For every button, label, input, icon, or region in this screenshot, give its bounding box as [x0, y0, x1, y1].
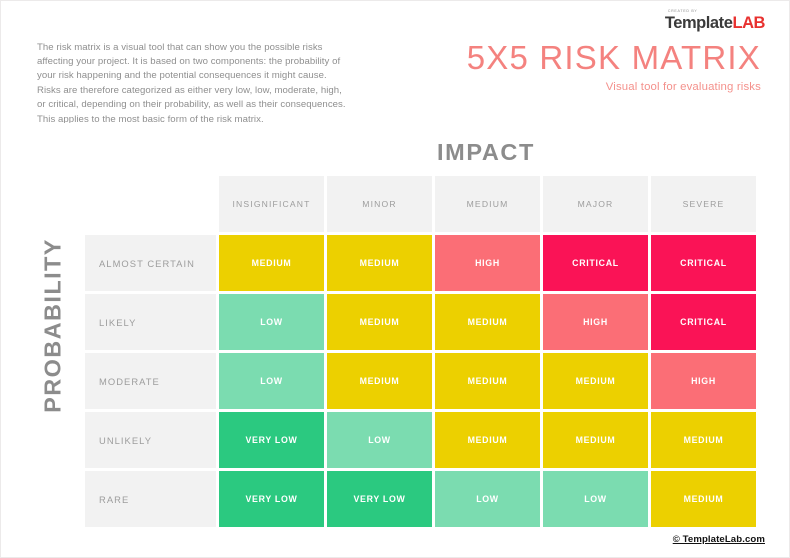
risk-cell-likely-insignificant[interactable]: LOW	[219, 294, 324, 350]
risk-cell-rare-minor[interactable]: VERY LOW	[327, 471, 432, 527]
risk-cell-rare-major[interactable]: LOW	[543, 471, 648, 527]
impact-axis-label: IMPACT	[437, 139, 535, 165]
risk-cell-unlikely-major[interactable]: MEDIUM	[543, 412, 648, 468]
risk-cell-moderate-severe[interactable]: HIGH	[651, 353, 756, 409]
logo-word-lab: LAB	[732, 13, 765, 32]
impact-header-medium: MEDIUM	[435, 176, 540, 232]
risk-cell-likely-minor[interactable]: MEDIUM	[327, 294, 432, 350]
risk-cell-almost-certain-insignificant[interactable]: MEDIUM	[219, 235, 324, 291]
risk-cell-almost-certain-major[interactable]: CRITICAL	[543, 235, 648, 291]
logo-kicker: CREATED BY	[667, 9, 698, 14]
risk-matrix-page: The risk matrix is a visual tool that ca…	[0, 0, 790, 558]
probability-header-rare: RARE	[85, 471, 216, 527]
risk-cell-unlikely-severe[interactable]: MEDIUM	[651, 412, 756, 468]
risk-cell-likely-major[interactable]: HIGH	[543, 294, 648, 350]
risk-cell-moderate-insignificant[interactable]: LOW	[219, 353, 324, 409]
intro-paragraph: The risk matrix is a visual tool that ca…	[37, 41, 346, 123]
risk-cell-rare-insignificant[interactable]: VERY LOW	[219, 471, 324, 527]
probability-axis-label: PROBABILITY	[39, 238, 66, 413]
risk-matrix-grid: INSIGNIFICANT MINOR MEDIUM MAJOR SEVERE ALMOS…	[85, 176, 756, 527]
impact-header-major: MAJOR	[543, 176, 648, 232]
page-subtitle: Visual tool for evaluating risks	[605, 81, 761, 93]
risk-cell-moderate-major[interactable]: MEDIUM	[543, 353, 648, 409]
footer-copyright[interactable]: © TemplateLab.com	[673, 534, 765, 545]
risk-cell-moderate-medium[interactable]: MEDIUM	[435, 353, 540, 409]
risk-cell-unlikely-insignificant[interactable]: VERY LOW	[219, 412, 324, 468]
risk-cell-unlikely-medium[interactable]: MEDIUM	[435, 412, 540, 468]
risk-cell-unlikely-minor[interactable]: LOW	[327, 412, 432, 468]
risk-cell-almost-certain-medium[interactable]: HIGH	[435, 235, 540, 291]
probability-header-almost-certain: ALMOST CERTAIN	[85, 235, 216, 291]
risk-cell-almost-certain-minor[interactable]: MEDIUM	[327, 235, 432, 291]
logo-wordmark: TemplateLAB	[664, 13, 766, 32]
page-title: 5X5 RISK MATRIX	[466, 39, 761, 76]
logo-word-template: Template	[664, 13, 733, 32]
impact-header-insignificant: INSIGNIFICANT	[219, 176, 324, 232]
risk-cell-rare-medium[interactable]: LOW	[435, 471, 540, 527]
impact-header-minor: MINOR	[327, 176, 432, 232]
probability-header-unlikely: UNLIKELY	[85, 412, 216, 468]
probability-header-likely: LIKELY	[85, 294, 216, 350]
impact-header-severe: SEVERE	[651, 176, 756, 232]
risk-cell-likely-medium[interactable]: MEDIUM	[435, 294, 540, 350]
risk-cell-almost-certain-severe[interactable]: CRITICAL	[651, 235, 756, 291]
probability-header-moderate: MODERATE	[85, 353, 216, 409]
matrix-corner-cell	[85, 176, 216, 232]
templatelab-logo: CREATED BY TemplateLAB	[664, 9, 766, 32]
risk-cell-likely-severe[interactable]: CRITICAL	[651, 294, 756, 350]
title-block: 5X5 RISK MATRIX Visual tool for evaluati…	[467, 39, 761, 95]
risk-cell-rare-severe[interactable]: MEDIUM	[651, 471, 756, 527]
risk-cell-moderate-minor[interactable]: MEDIUM	[327, 353, 432, 409]
